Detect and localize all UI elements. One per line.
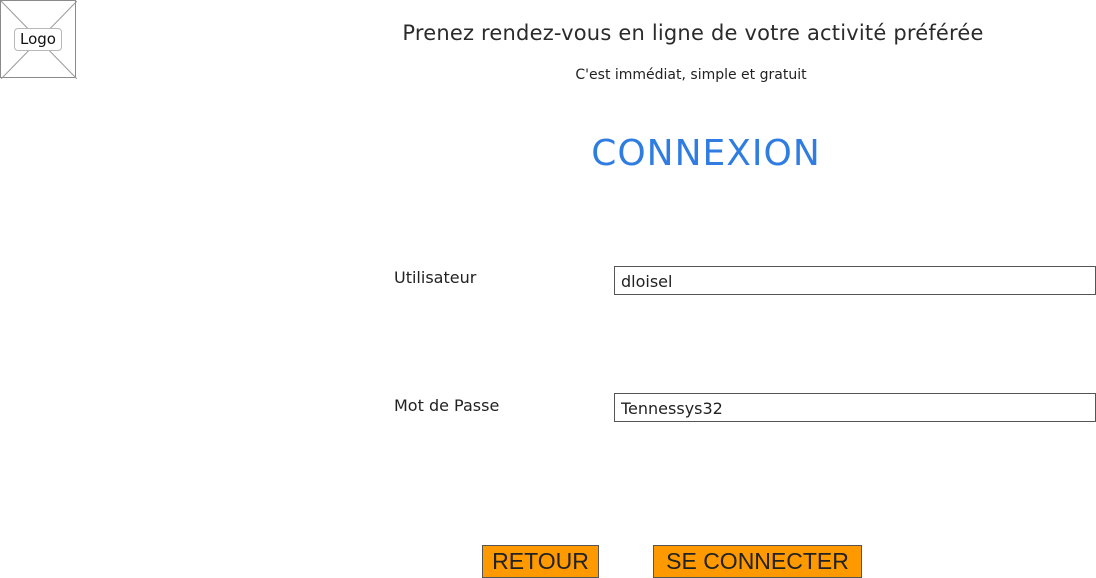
page-subheadline: C'est immédiat, simple et gratuit — [575, 67, 807, 83]
username-field[interactable] — [614, 266, 1096, 295]
back-button[interactable]: RETOUR — [482, 545, 599, 578]
password-field[interactable] — [614, 393, 1096, 422]
logo-placeholder: Logo — [0, 0, 77, 79]
page-headline: Prenez rendez-vous en ligne de votre act… — [402, 21, 984, 45]
page-title: CONNEXION — [591, 133, 821, 174]
connect-button[interactable]: SE CONNECTER — [653, 545, 862, 578]
password-label: Mot de Passe — [394, 396, 500, 415]
username-label: Utilisateur — [394, 268, 477, 287]
logo-label: Logo — [14, 28, 62, 51]
